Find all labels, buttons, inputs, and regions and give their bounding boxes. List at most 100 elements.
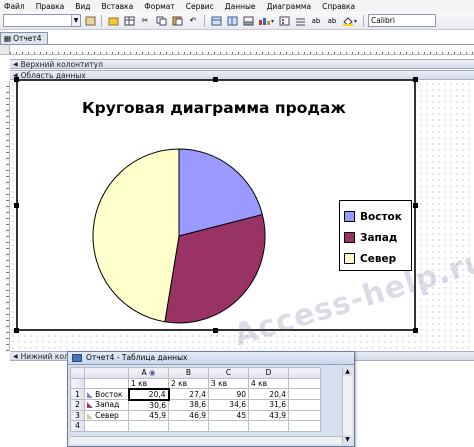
table-cell[interactable]: 43,9: [248, 409, 289, 421]
table-cell[interactable]: [208, 420, 249, 432]
chart-type-icon[interactable]: [257, 14, 275, 27]
menu-view[interactable]: Вид: [75, 2, 90, 11]
menu-help[interactable]: Справка: [322, 2, 355, 11]
menu-bar: Файл Правка Вид Вставка Формат Сервис Да…: [0, 0, 474, 12]
table-cell[interactable]: [248, 420, 289, 432]
resize-handle[interactable]: [413, 328, 418, 333]
table-cell[interactable]: [84, 377, 129, 389]
table-cell[interactable]: 38,6: [168, 399, 209, 411]
table-cell[interactable]: 90: [208, 388, 249, 400]
horizontal-scrollbar[interactable]: [70, 436, 342, 444]
table-cell[interactable]: ◣ Восток: [84, 388, 129, 400]
table-cell[interactable]: [288, 377, 321, 389]
ruler-corner[interactable]: [0, 45, 10, 55]
grid-icon[interactable]: [293, 14, 307, 27]
column-header[interactable]: A ◉: [128, 367, 169, 379]
resize-handle[interactable]: [413, 77, 418, 82]
copy-icon[interactable]: [154, 14, 168, 27]
undo-icon[interactable]: ↶: [186, 14, 200, 27]
by-row-icon[interactable]: [209, 14, 223, 27]
table-cell[interactable]: 30,6: [128, 399, 169, 411]
paste-icon[interactable]: [170, 14, 184, 27]
table-row: 1 ◣ Восток 20,4 27,4 90 20,4: [70, 387, 321, 401]
table-cell[interactable]: 31,6: [248, 399, 289, 411]
row-header[interactable]: 1: [70, 388, 85, 400]
table-cell[interactable]: 34,6: [208, 399, 249, 411]
menu-format[interactable]: Формат: [144, 2, 174, 11]
scroll-down-icon[interactable]: ▼: [343, 435, 352, 444]
column-header[interactable]: B: [168, 367, 209, 379]
table-cell[interactable]: 45,9: [128, 409, 169, 421]
row-header[interactable]: 4: [70, 420, 85, 432]
select-all-cell[interactable]: [70, 367, 85, 379]
table-cell[interactable]: [168, 420, 209, 432]
menu-data[interactable]: Данные: [225, 2, 256, 11]
table-cell[interactable]: 46,9: [168, 409, 209, 421]
table-cell[interactable]: 45: [208, 409, 249, 421]
table-cell[interactable]: ◣ Север: [84, 409, 129, 421]
data-table-icon[interactable]: [241, 14, 255, 27]
column-header[interactable]: [84, 367, 129, 379]
page-header-bar[interactable]: ◀ Верхний колонтитул: [10, 59, 474, 69]
menu-file[interactable]: Файл: [4, 2, 25, 11]
datasheet-grid[interactable]: A ◉ B C D 1 кв 2 кв 3 кв 4 кв 1 ◣ Восток…: [70, 367, 321, 432]
table-row: 1 кв 2 кв 3 кв 4 кв: [70, 377, 321, 389]
table-cell[interactable]: 27,4: [168, 388, 209, 400]
table-cell[interactable]: 2 кв: [168, 377, 209, 389]
angle-text-icon[interactable]: ab: [309, 14, 323, 27]
table-cell[interactable]: [288, 409, 321, 421]
fill-color-icon[interactable]: [341, 14, 359, 27]
table-cell[interactable]: 20,4: [127, 387, 170, 401]
table-cell[interactable]: 1 кв: [128, 377, 169, 389]
chart-icon: ◉: [148, 368, 156, 378]
table-cell[interactable]: 20,4: [248, 388, 289, 400]
by-column-icon[interactable]: [225, 14, 239, 27]
table-cell[interactable]: [288, 388, 321, 400]
tab-report[interactable]: ▦ Отчет4: [0, 32, 48, 44]
column-header[interactable]: C: [208, 367, 249, 379]
row-header[interactable]: 3: [70, 409, 85, 421]
angle-text-down-icon[interactable]: ab: [325, 14, 339, 27]
table-cell[interactable]: [288, 420, 321, 432]
table-row: 4: [70, 420, 321, 432]
pie-slice-3[interactable]: [92, 148, 180, 323]
view-datasheet-icon[interactable]: [122, 14, 136, 27]
format-object-icon[interactable]: [83, 14, 97, 27]
resize-handle[interactable]: [213, 328, 218, 333]
table-cell[interactable]: [128, 420, 169, 432]
pie-chart[interactable]: [90, 145, 270, 327]
chart-title[interactable]: Круговая диаграмма продаж: [82, 99, 382, 117]
resize-handle[interactable]: [14, 77, 19, 82]
datasheet-title-bar[interactable]: Отчет4 - Таблица данных: [68, 352, 354, 365]
column-header[interactable]: D: [248, 367, 289, 379]
scroll-up-icon[interactable]: ▲: [343, 367, 352, 376]
table-cell[interactable]: ◣ Запад: [84, 399, 129, 411]
font-name-combo[interactable]: Calibri: [368, 14, 436, 27]
table-cell[interactable]: [84, 420, 129, 432]
menu-tools[interactable]: Сервис: [186, 2, 214, 11]
resize-handle[interactable]: [14, 328, 19, 333]
series-pie-icon: ◣: [87, 400, 93, 410]
menu-insert[interactable]: Вставка: [102, 2, 134, 11]
table-cell[interactable]: 3 кв: [208, 377, 249, 389]
chevron-down-icon[interactable]: ▼: [71, 15, 80, 26]
menu-chart[interactable]: Диаграмма: [267, 2, 312, 11]
table-cell[interactable]: 4 кв: [248, 377, 289, 389]
chart-legend[interactable]: Восток Запад Север: [339, 200, 412, 271]
datasheet-window[interactable]: Отчет4 - Таблица данных A ◉ B C D 1 кв 2…: [67, 351, 355, 447]
column-header[interactable]: [288, 367, 321, 379]
resize-handle[interactable]: [213, 77, 218, 82]
chart-object-combo[interactable]: ▼: [3, 14, 81, 27]
table-cell[interactable]: [288, 399, 321, 411]
import-file-icon[interactable]: [106, 14, 120, 27]
vertical-scrollbar[interactable]: ▲ ▼: [342, 367, 352, 444]
row-header[interactable]: 2: [70, 399, 85, 411]
resize-handle[interactable]: [413, 203, 418, 208]
menu-edit[interactable]: Правка: [36, 2, 65, 11]
resize-handle[interactable]: [14, 203, 19, 208]
cut-icon[interactable]: ✂: [138, 14, 152, 27]
row-header[interactable]: [70, 377, 85, 389]
series-name: Север: [95, 410, 119, 420]
page-header-label: Верхний колонтитул: [20, 59, 103, 69]
legend-icon[interactable]: [277, 14, 291, 27]
